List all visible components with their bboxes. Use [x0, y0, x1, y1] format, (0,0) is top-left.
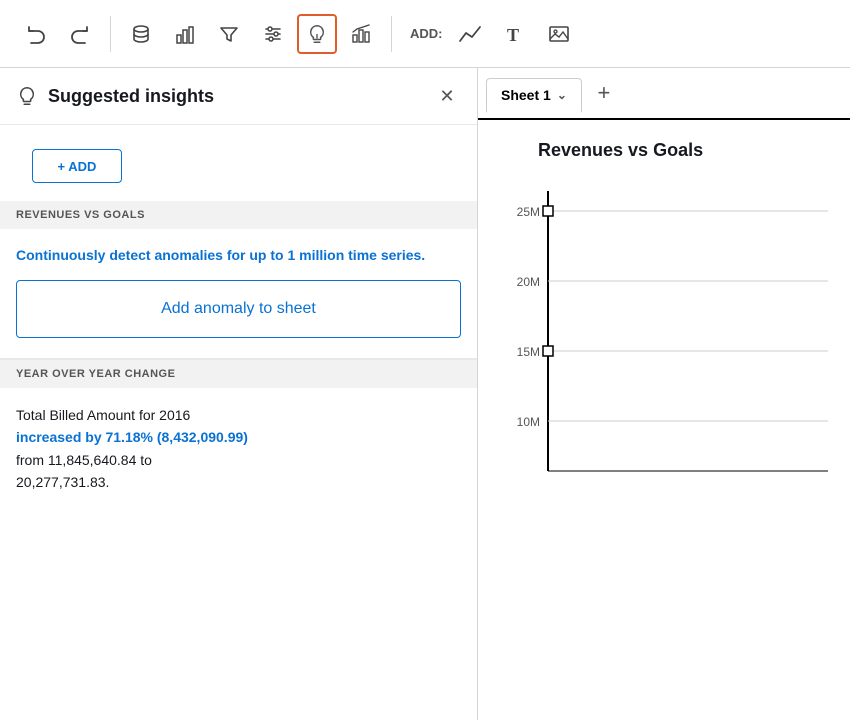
panel-title: Suggested insights	[48, 86, 423, 107]
add-image-button[interactable]	[539, 14, 579, 54]
svg-text:15M: 15M	[517, 345, 540, 359]
main-layout: Suggested insights ✕ + ADD REVENUES VS G…	[0, 68, 850, 720]
undo-button[interactable]	[16, 14, 56, 54]
add-line-button[interactable]	[451, 14, 491, 54]
add-label: ADD:	[410, 26, 443, 41]
yoy-highlight: increased by 71.18% (8,432,090.99)	[16, 426, 461, 448]
chart-svg: 25M 20M 15M 10M	[488, 181, 830, 501]
svg-text:20M: 20M	[517, 275, 540, 289]
chevron-down-icon: ⌄	[557, 88, 567, 102]
section1-label: REVENUES VS GOALS	[0, 201, 477, 229]
yoy-line3: 20,277,731.83.	[16, 471, 461, 493]
left-panel: Suggested insights ✕ + ADD REVENUES VS G…	[0, 68, 478, 720]
yoy-content: Total Billed Amount for 2016 increased b…	[0, 388, 477, 510]
add-button-label: + ADD	[58, 159, 97, 174]
insight-content: Continuously detect anomalies for up to …	[0, 229, 477, 359]
chart-title: Revenues vs Goals	[538, 140, 830, 161]
right-panel: Sheet 1 ⌄ + Revenues vs Goals 25M	[478, 68, 850, 720]
analytics-button[interactable]	[341, 14, 381, 54]
svg-text:10M: 10M	[517, 415, 540, 429]
database-button[interactable]	[121, 14, 161, 54]
barchart-button[interactable]	[165, 14, 205, 54]
add-anomaly-button[interactable]: Add anomaly to sheet	[16, 280, 461, 338]
add-anomaly-label: Add anomaly to sheet	[161, 300, 316, 318]
insights-button[interactable]	[297, 14, 337, 54]
divider1	[110, 16, 111, 52]
filter-button[interactable]	[209, 14, 249, 54]
svg-text:25M: 25M	[517, 205, 540, 219]
sliders-button[interactable]	[253, 14, 293, 54]
svg-text:T: T	[507, 25, 519, 45]
chart-area: Revenues vs Goals 25M 20M 15M	[478, 120, 850, 720]
panel-header: Suggested insights ✕	[0, 68, 477, 125]
insight-blue-text: Continuously detect anomalies for up to …	[16, 245, 461, 266]
yoy-line2: from 11,845,640.84 to	[16, 449, 461, 471]
close-panel-button[interactable]: ✕	[433, 82, 461, 110]
sheet-tabs: Sheet 1 ⌄ +	[478, 68, 850, 120]
add-text-button[interactable]: T	[495, 14, 535, 54]
section2-label: YEAR OVER YEAR CHANGE	[0, 359, 477, 388]
redo-button[interactable]	[60, 14, 100, 54]
chart-container: 25M 20M 15M 10M	[488, 181, 830, 691]
add-button[interactable]: + ADD	[32, 149, 122, 183]
sheet-tab-label: Sheet 1	[501, 87, 551, 103]
panel-lightbulb-icon	[16, 85, 38, 107]
add-sheet-button[interactable]: +	[588, 77, 620, 109]
sheet-tab-1[interactable]: Sheet 1 ⌄	[486, 78, 582, 113]
yoy-line1: Total Billed Amount for 2016	[16, 404, 461, 426]
divider2	[391, 16, 392, 52]
toolbar: ADD: T	[0, 0, 850, 68]
